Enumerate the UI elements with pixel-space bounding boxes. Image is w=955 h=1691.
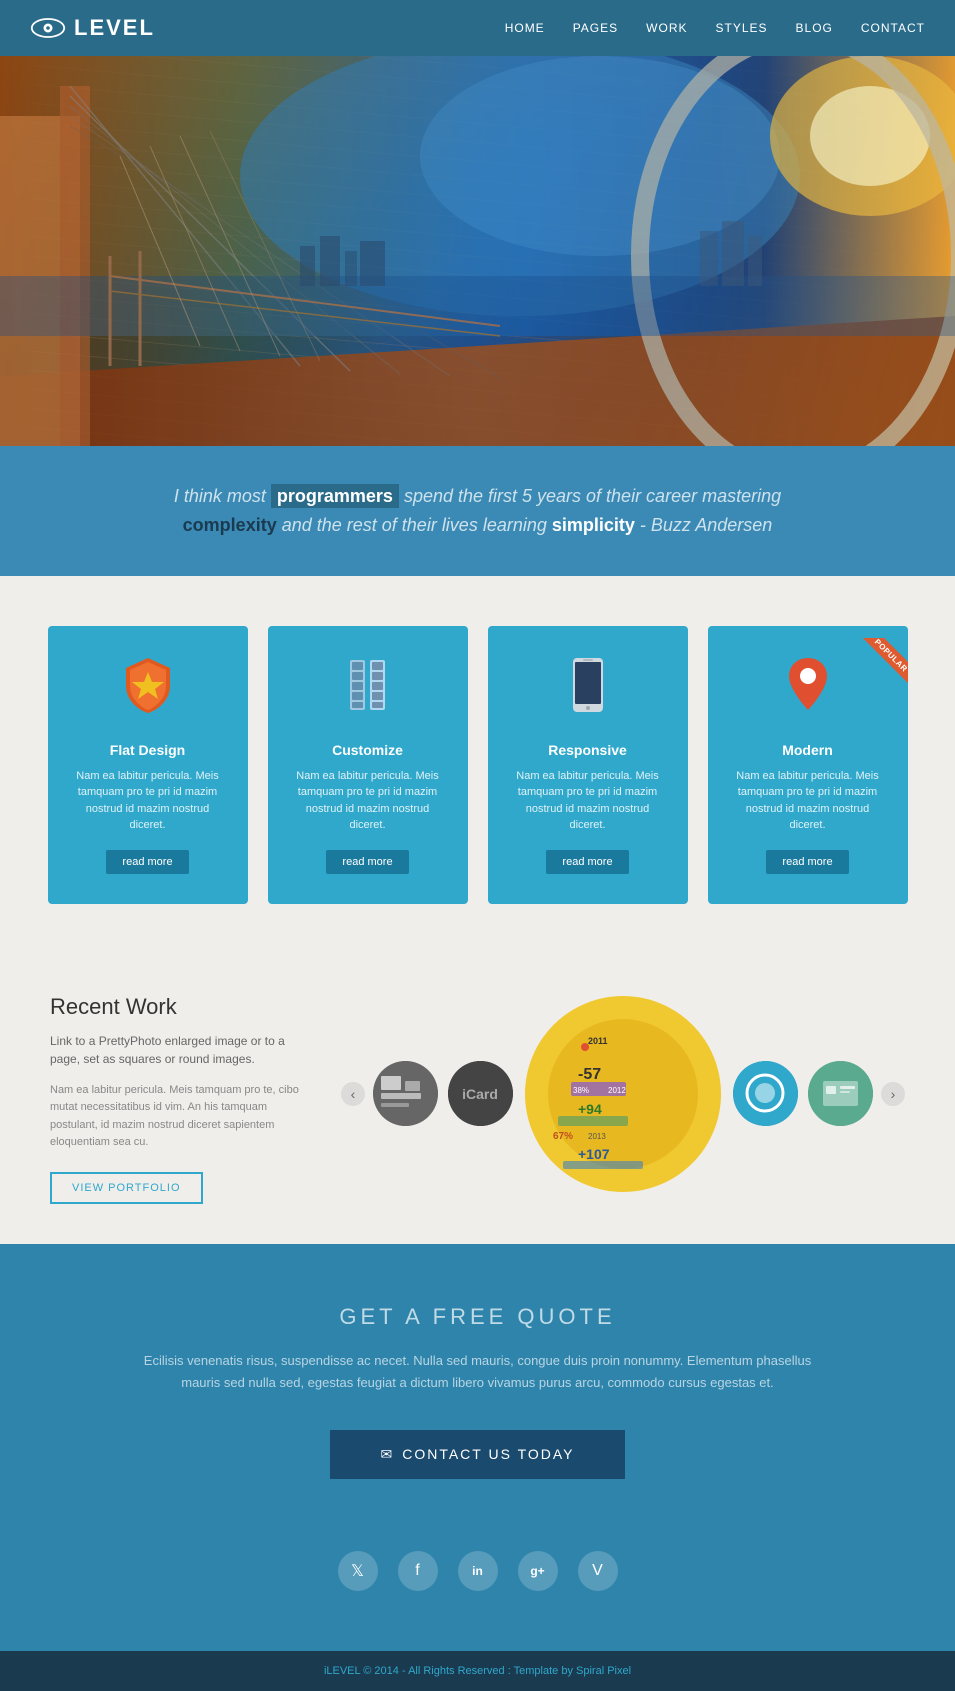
svg-text:38%: 38% xyxy=(573,1086,589,1095)
facebook-icon[interactable]: f xyxy=(398,1551,438,1591)
recent-work-subtitle: Link to a PrettyPhoto enlarged image or … xyxy=(50,1032,301,1068)
recent-work-title: Recent Work xyxy=(50,994,301,1020)
nav-work[interactable]: WORK xyxy=(646,21,687,35)
linkedin-icon[interactable]: in xyxy=(458,1551,498,1591)
feature-card-responsive: Responsive Nam ea labitur pericula. Meis… xyxy=(488,626,688,904)
googleplus-symbol: g+ xyxy=(530,1564,544,1578)
quote-bold2: simplicity xyxy=(552,515,635,535)
nav-home[interactable]: HOME xyxy=(505,21,545,35)
footer-text: iLEVEL © 2014 - All Rights Reserved : Te… xyxy=(324,1665,576,1677)
feature-desc-modern: Nam ea labitur pericula. Meis tamquam pr… xyxy=(728,768,888,834)
feature-card-flat-design: Flat Design Nam ea labitur pericula. Mei… xyxy=(48,626,248,904)
read-more-flat-button[interactable]: read more xyxy=(106,850,188,874)
quote-mid2: and the rest of their lives learning xyxy=(277,515,552,535)
footer-brand: Spiral Pixel xyxy=(576,1665,631,1677)
linkedin-symbol: in xyxy=(472,1564,483,1578)
svg-text:-57: -57 xyxy=(578,1066,601,1083)
popular-ribbon: POPULAR xyxy=(852,638,908,698)
vimeo-symbol: V xyxy=(592,1562,603,1580)
feature-card-customize: Customize Nam ea labitur pericula. Meis … xyxy=(268,626,468,904)
thumb-1-placeholder xyxy=(373,1061,438,1126)
contact-us-button[interactable]: ✉ CONTACT US TODAY xyxy=(330,1430,624,1479)
thumb-3-placeholder xyxy=(733,1061,798,1126)
svg-text:2012: 2012 xyxy=(608,1086,626,1095)
nav-blog[interactable]: BLOG xyxy=(796,21,833,35)
feature-title-modern: Modern xyxy=(728,742,888,758)
feature-title-customize: Customize xyxy=(288,742,448,758)
nav-contact[interactable]: CONTACT xyxy=(861,21,925,35)
feature-desc-customize: Nam ea labitur pericula. Meis tamquam pr… xyxy=(288,768,448,834)
logo[interactable]: LEVEL xyxy=(30,15,155,41)
read-more-responsive-button[interactable]: read more xyxy=(546,850,628,874)
twitter-symbol: 𝕏 xyxy=(351,1561,364,1581)
hero-section xyxy=(0,56,955,446)
phone-icon xyxy=(508,656,668,726)
recent-work-desc: Nam ea labitur pericula. Meis tamquam pr… xyxy=(50,1082,301,1152)
cta-desc: Ecilisis venenatis risus, suspendisse ac… xyxy=(138,1350,818,1394)
recent-work-section: Recent Work Link to a PrettyPhoto enlarg… xyxy=(0,954,955,1244)
twitter-icon[interactable]: 𝕏 xyxy=(338,1551,378,1591)
social-icons: 𝕏 f in g+ V xyxy=(80,1551,875,1591)
feature-desc-responsive: Nam ea labitur pericula. Meis tamquam pr… xyxy=(508,768,668,834)
carousel-thumb-3[interactable] xyxy=(733,1061,798,1126)
header: LEVEL HOME PAGES WORK STYLES BLOG CONTAC… xyxy=(0,0,955,56)
eye-icon xyxy=(30,17,66,39)
features-section: Flat Design Nam ea labitur pericula. Mei… xyxy=(0,576,955,954)
thumb-4-placeholder xyxy=(808,1061,873,1126)
feature-desc-flat: Nam ea labitur pericula. Meis tamquam pr… xyxy=(68,768,228,834)
vimeo-icon[interactable]: V xyxy=(578,1551,618,1591)
carousel-thumb-1[interactable] xyxy=(373,1061,438,1126)
infographic-circle: 2011 -57 38% 2012 +94 67% 2013 +107 xyxy=(523,994,723,1194)
contact-btn-label: CONTACT US TODAY xyxy=(402,1446,574,1462)
thumb-2-placeholder: iCard xyxy=(448,1061,513,1126)
portfolio-carousel: ‹ iCard xyxy=(341,994,905,1194)
quote-mid: spend the first 5 years of their career … xyxy=(399,486,781,506)
carousel-next[interactable]: › xyxy=(881,1082,905,1106)
feature-title-flat: Flat Design xyxy=(68,742,228,758)
cta-section: GET A FREE QUOTE Ecilisis venenatis risu… xyxy=(0,1244,955,1651)
server-icon xyxy=(288,656,448,726)
read-more-customize-button[interactable]: read more xyxy=(326,850,408,874)
svg-text:2011: 2011 xyxy=(588,1036,608,1046)
read-more-modern-button[interactable]: read more xyxy=(766,850,848,874)
svg-text:+107: +107 xyxy=(578,1146,610,1162)
feature-title-responsive: Responsive xyxy=(508,742,668,758)
main-nav: HOME PAGES WORK STYLES BLOG CONTACT xyxy=(505,21,925,35)
cta-title: GET A FREE QUOTE xyxy=(80,1304,875,1330)
nav-pages[interactable]: PAGES xyxy=(573,21,618,35)
svg-text:+94: +94 xyxy=(578,1101,602,1117)
quote-bold1: complexity xyxy=(183,515,277,535)
carousel-prev[interactable]: ‹ xyxy=(341,1082,365,1106)
svg-text:67%: 67% xyxy=(553,1131,573,1142)
footer: iLEVEL © 2014 - All Rights Reserved : Te… xyxy=(0,1651,955,1691)
bridge-illustration xyxy=(0,56,955,446)
view-portfolio-button[interactable]: VIEW PORTFOLIO xyxy=(50,1172,203,1204)
googleplus-icon[interactable]: g+ xyxy=(518,1551,558,1591)
quote-highlight: programmers xyxy=(271,484,399,508)
svg-text:iCard: iCard xyxy=(462,1086,498,1102)
shield-icon xyxy=(68,656,228,726)
envelope-icon: ✉ xyxy=(380,1446,394,1462)
facebook-symbol: f xyxy=(415,1562,419,1580)
popular-ribbon-text: POPULAR xyxy=(860,638,907,686)
carousel-thumb-2[interactable]: iCard xyxy=(448,1061,513,1126)
carousel-thumb-4[interactable] xyxy=(808,1061,873,1126)
quote-author: - Buzz Andersen xyxy=(635,515,772,535)
feature-card-modern: POPULAR Modern Nam ea labitur pericula. … xyxy=(708,626,908,904)
quote-section: I think most programmers spend the first… xyxy=(0,446,955,576)
quote-pre: I think most xyxy=(174,486,271,506)
recent-work-text: Recent Work Link to a PrettyPhoto enlarg… xyxy=(50,994,301,1204)
logo-text: LEVEL xyxy=(74,15,155,41)
carousel-items: iCard 2011 -57 38% 2012 +94 xyxy=(373,994,873,1194)
svg-text:2013: 2013 xyxy=(588,1132,606,1141)
nav-styles[interactable]: STYLES xyxy=(716,21,768,35)
quote-text: I think most programmers spend the first… xyxy=(80,482,875,540)
